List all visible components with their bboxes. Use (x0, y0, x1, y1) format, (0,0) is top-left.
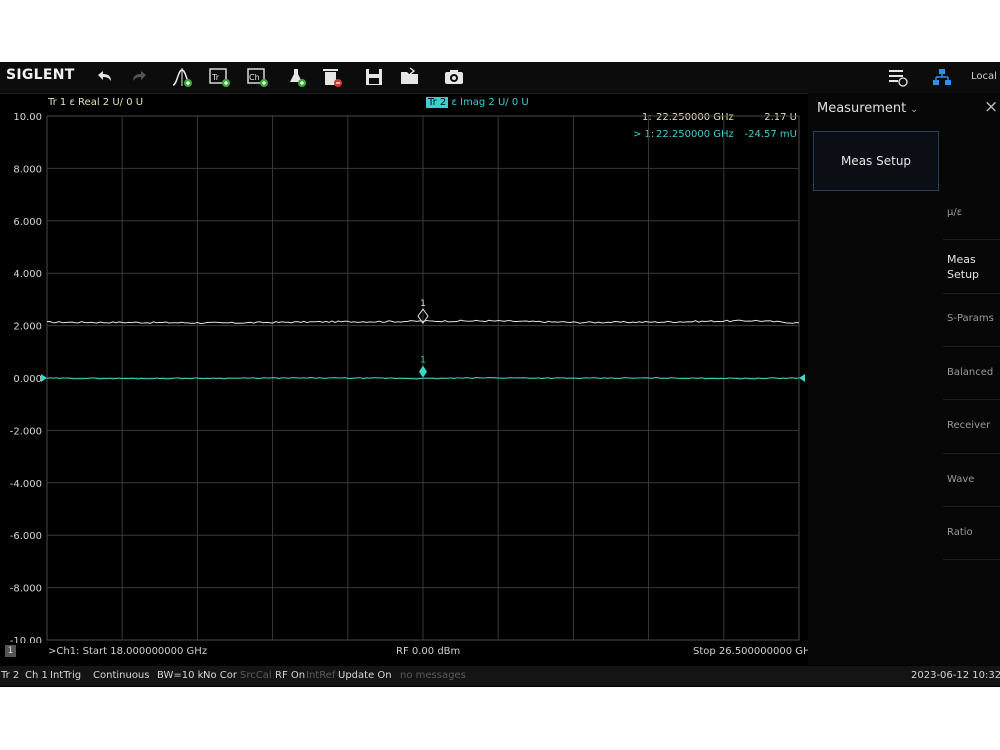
stop-frequency[interactable]: Stop 26.500000000 GHz (693, 646, 816, 657)
undo-icon[interactable] (92, 66, 116, 88)
y-tick-label: 6.000 (13, 217, 42, 228)
y-tick-label: 10.00 (13, 112, 42, 123)
y-tick-label: 0.000 (13, 374, 42, 385)
add-channel-icon[interactable]: Ch (246, 66, 270, 88)
y-tick-label: -6.000 (10, 531, 42, 542)
divider (943, 453, 1000, 454)
toolbar: SIGLENT Tr Ch Local (0, 62, 1000, 94)
add-trace-icon[interactable]: Tr (208, 66, 232, 88)
save-icon[interactable] (362, 66, 386, 88)
screenshot-icon[interactable] (442, 66, 466, 88)
marker2-label: 1 (420, 356, 426, 366)
siglent-logo: SIGLENT (6, 67, 75, 83)
side-item-ratio[interactable]: Ratio (947, 527, 1000, 538)
status-bandwidth[interactable]: BW=10 k (157, 670, 203, 681)
svg-text:Ch: Ch (249, 73, 260, 82)
redo-icon[interactable] (128, 66, 152, 88)
trace2-tag: Tr 2 (426, 97, 449, 108)
trace-plot-svg[interactable]: 10.00 8.000 6.000 4.000 2.000 0.000 -2.000 -4.0… (0, 108, 810, 643)
reference-arrow-left[interactable] (41, 374, 47, 382)
reference-arrow-right[interactable] (799, 374, 805, 382)
y-tick-label: -10.00 (10, 636, 42, 643)
delete-trace-icon[interactable] (320, 66, 344, 88)
measurement-panel: Measurement ⌄ × Meas Setup μ/ε Meas Setu… (808, 93, 1000, 665)
status-intref[interactable]: IntRef (306, 670, 335, 681)
status-messages: no messages (400, 670, 466, 681)
channel-number-box[interactable]: 1 (5, 645, 16, 657)
network-icon[interactable] (930, 66, 954, 88)
plot-footer: 1 >Ch1: Start 18.000000000 GHz RF 0.00 d… (0, 643, 816, 661)
side-item-s-params[interactable]: S-Params (947, 313, 1000, 324)
y-tick-label: -2.000 (10, 426, 42, 437)
panel-title-text: Measurement (817, 101, 907, 116)
side-item-meas-setup[interactable]: Meas Setup (947, 252, 1000, 282)
status-channel[interactable]: Ch 1 (25, 670, 48, 681)
side-item-balanced[interactable]: Balanced (947, 367, 1000, 378)
trace2-header[interactable]: Tr 2 ε Imag 2 U/ 0 U (426, 97, 529, 108)
close-icon[interactable]: × (984, 97, 998, 117)
divider (943, 239, 1000, 240)
status-update[interactable]: Update On (338, 670, 392, 681)
trace-plot[interactable]: 10.00 8.000 6.000 4.000 2.000 0.000 -2.000 -4.0… (0, 108, 810, 643)
status-datetime: 2023-06-12 10:32 (911, 670, 1000, 681)
marker1-label: 1 (420, 299, 426, 309)
panel-title[interactable]: Measurement ⌄ (817, 101, 918, 116)
svg-text:Tr: Tr (211, 73, 220, 82)
status-bar: Tr 2 Ch 1 IntTrig Continuous BW=10 k No … (0, 666, 1000, 686)
side-item-wave[interactable]: Wave (947, 474, 1000, 485)
local-remote-label: Local (971, 71, 997, 82)
trace1-header[interactable]: Tr 1 ε Real 2 U/ 0 U (48, 97, 143, 108)
layout-icon[interactable] (886, 66, 910, 88)
side-item-receiver[interactable]: Receiver (947, 420, 1000, 431)
side-item-mu-epsilon[interactable]: μ/ε (947, 207, 1000, 218)
chevron-down-icon: ⌄ (910, 105, 918, 115)
y-tick-label: 4.000 (13, 269, 42, 280)
trace2-label: ε Imag 2 U/ 0 U (448, 97, 529, 108)
y-tick-label: 8.000 (13, 164, 42, 175)
divider (943, 559, 1000, 560)
status-trace[interactable]: Tr 2 (1, 670, 19, 681)
status-correction[interactable]: No Cor (203, 670, 237, 681)
rf-power[interactable]: RF 0.00 dBm (396, 646, 460, 657)
add-marker-icon[interactable] (170, 66, 194, 88)
y-tick-label: 2.000 (13, 322, 42, 333)
divider (943, 399, 1000, 400)
status-srccal[interactable]: SrcCal (240, 670, 272, 681)
y-tick-label: -8.000 (10, 584, 42, 595)
status-rf[interactable]: RF On (275, 670, 305, 681)
divider (943, 346, 1000, 347)
start-frequency[interactable]: >Ch1: Start 18.000000000 GHz (48, 646, 207, 657)
status-sweep-mode[interactable]: Continuous (93, 670, 149, 681)
marker2-diamond[interactable] (419, 365, 427, 378)
instrument-screen: SIGLENT Tr Ch Local Tr 1 ε Real 2 U/ 0 U… (0, 62, 1000, 687)
status-trigger[interactable]: IntTrig (50, 670, 81, 681)
cal-kit-icon[interactable] (284, 66, 308, 88)
open-folder-icon[interactable] (398, 66, 422, 88)
meas-setup-tile[interactable]: Meas Setup (813, 131, 939, 191)
divider (943, 293, 1000, 294)
divider (943, 506, 1000, 507)
y-tick-label: -4.000 (10, 479, 42, 490)
